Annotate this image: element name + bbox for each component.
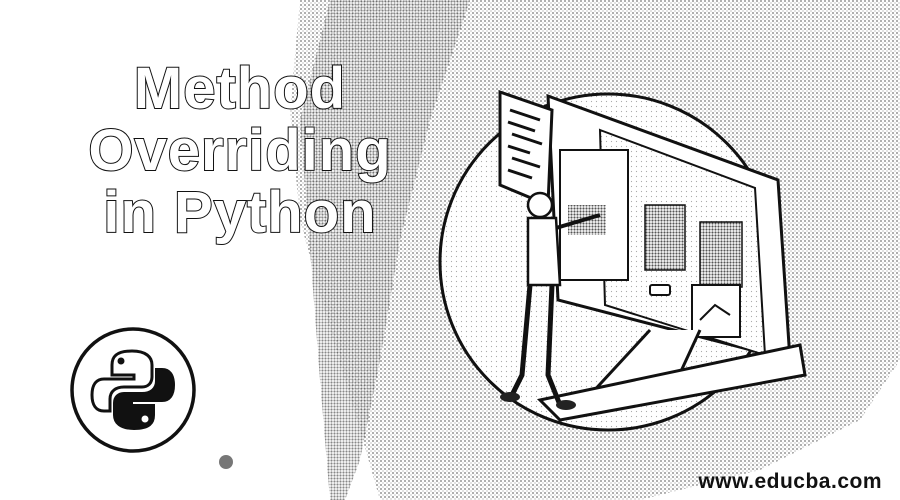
- title-line-2: Overriding: [87, 118, 392, 183]
- banner-title: Method Overriding in Python: [60, 56, 420, 245]
- python-logo-icon: [70, 327, 196, 453]
- banner-image: Method Overriding in Python www.educba.c…: [0, 0, 900, 500]
- title-line-3: in Python: [102, 180, 377, 245]
- website-url: www.educba.com: [698, 470, 882, 493]
- decorative-dot: [219, 455, 233, 469]
- title-line-1: Method: [133, 56, 347, 121]
- code-card: [498, 89, 554, 208]
